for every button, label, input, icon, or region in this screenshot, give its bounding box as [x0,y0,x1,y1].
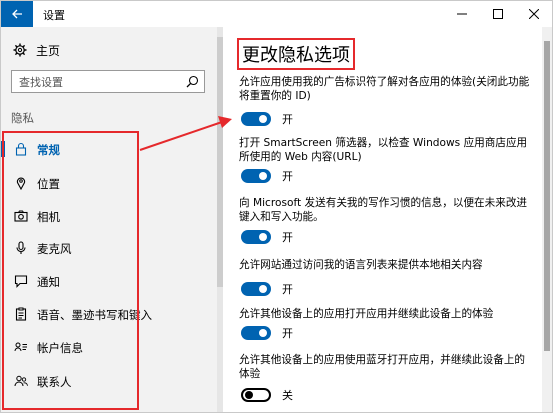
window-title: 设置 [43,9,65,22]
main-content: 更改隐私选项 允许应用使用我的广告标识符了解对各应用的体验(关闭此功能将重置你的… [223,27,541,412]
toggle-state-label: 关 [282,389,293,402]
toggle-switch[interactable] [241,282,271,296]
toggle-knob [259,329,267,337]
toggle-knob [245,391,253,399]
setting-description: 向 Microsoft 发送有关我的写作习惯的信息，以便在未来改进键入和写入功能… [239,197,528,223]
search-icon[interactable] [186,75,199,88]
home-label: 主页 [36,43,61,58]
toggle-switch[interactable] [241,326,271,340]
toggle-state-label: 开 [282,283,293,296]
highlight-box-nav [2,131,139,410]
setting-description: 允许其他设备上的应用打开应用并继续此设备上的体验 [239,308,494,320]
search-input[interactable] [12,72,179,93]
setting-description: 打开 SmartScreen 筛选器，以检查 Windows 应用商店应用所使用… [239,137,528,163]
close-button[interactable] [516,1,552,27]
toggle-knob [259,285,267,293]
setting-toggle-advertising-id[interactable]: 开 [241,111,293,127]
group-label-privacy: 隐私 [11,111,34,125]
toggle-state-label: 开 [282,231,293,244]
setting-toggle-bluetooth-continue[interactable]: 关 [241,387,293,403]
setting-toggle-smartscreen[interactable]: 开 [241,168,293,184]
page-title: 更改隐私选项 [237,38,355,70]
window-scrollbar-thumb[interactable] [544,41,550,351]
back-button[interactable] [1,1,33,27]
close-icon [529,9,539,19]
back-arrow-icon [12,9,22,19]
toggle-switch[interactable] [241,169,271,183]
setting-description: 允许应用使用我的广告标识符了解对各应用的体验(关闭此功能将重置你的 ID) [239,76,530,102]
settings-window: 设置 主页 隐私 [0,0,553,413]
maximize-button[interactable] [480,1,516,27]
search-box[interactable] [11,70,205,93]
minimize-icon [457,13,467,15]
gear-icon [13,43,27,57]
setting-description: 允许网站通过访问我的语言列表来提供本地相关内容 [239,259,483,271]
toggle-state-label: 开 [282,113,293,126]
toggle-switch[interactable] [241,112,271,126]
toggle-switch[interactable] [241,388,271,402]
window-scrollbar[interactable] [542,27,552,412]
toggle-state-label: 开 [282,327,293,340]
toggle-knob [259,172,267,180]
title-bar: 设置 [1,1,552,27]
setting-description: 允许其他设备上的应用使用蓝牙打开应用，并继续此设备上的体验 [239,354,526,380]
toggle-knob [259,233,267,241]
maximize-icon [493,9,503,19]
setting-toggle-language-list[interactable]: 开 [241,281,293,297]
home-link[interactable]: 主页 [13,41,60,59]
toggle-state-label: 开 [282,170,293,183]
toggle-knob [259,115,267,123]
sidebar: 主页 隐私 常规 位置 [1,27,217,412]
setting-toggle-continue-experience[interactable]: 开 [241,325,293,341]
toggle-switch[interactable] [241,230,271,244]
minimize-button[interactable] [444,1,480,27]
setting-toggle-writing-info[interactable]: 开 [241,229,293,245]
